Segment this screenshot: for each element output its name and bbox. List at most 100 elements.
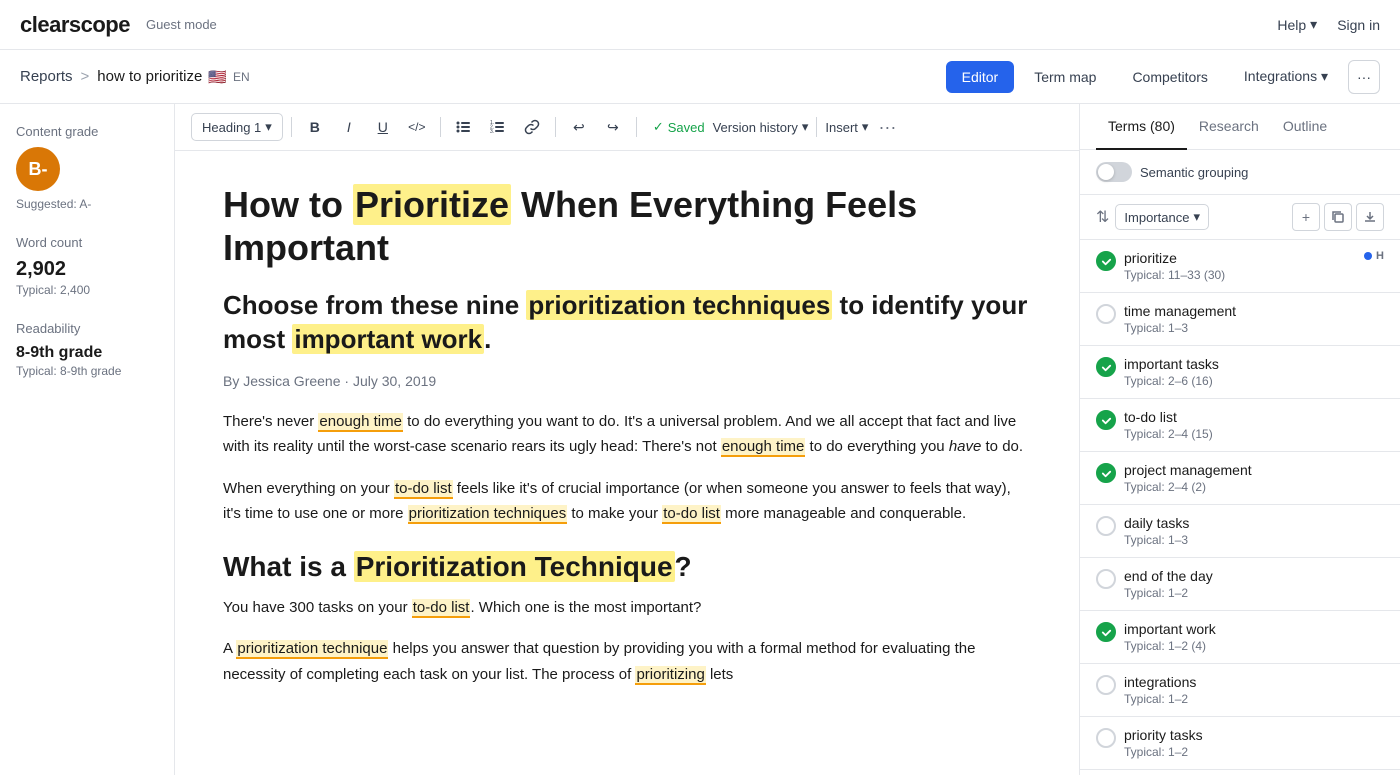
term-checkbox[interactable]	[1096, 516, 1116, 536]
readability-label: Readability	[16, 321, 158, 336]
highlight-prioritization-technique-2: prioritization technique	[236, 640, 388, 659]
term-info: project managementTypical: 2–4 (2)	[1124, 462, 1384, 494]
semantic-grouping-toggle[interactable]	[1096, 162, 1132, 182]
insert-button[interactable]: Insert ▾	[825, 119, 868, 135]
toolbar-more-button[interactable]: ···	[872, 117, 902, 138]
sort-actions: +	[1292, 203, 1384, 231]
term-checkbox[interactable]	[1096, 728, 1116, 748]
version-history-button[interactable]: Version history ▾	[713, 119, 809, 135]
article-para-3: You have 300 tasks on your to-do list. W…	[223, 595, 1031, 621]
readability-typical: Typical: 8-9th grade	[16, 364, 158, 378]
sign-in-button[interactable]: Sign in	[1337, 17, 1380, 33]
terms-list: prioritizeTypical: 11–33 (30)H time manag…	[1080, 240, 1400, 770]
term-name: time management	[1124, 303, 1384, 319]
word-count-value: 2,902	[16, 258, 158, 281]
highlight-prioritizing: prioritizing	[635, 666, 705, 685]
term-info: daily tasksTypical: 1–3	[1124, 515, 1384, 547]
tab-competitors[interactable]: Competitors	[1116, 61, 1223, 93]
term-name: priority tasks	[1124, 727, 1384, 743]
term-checkbox[interactable]	[1096, 410, 1116, 430]
semantic-grouping-label: Semantic grouping	[1140, 165, 1248, 180]
article-para-2: When everything on your to-do list feels…	[223, 476, 1031, 527]
breadcrumb-separator: >	[81, 68, 90, 85]
term-checkbox[interactable]	[1096, 304, 1116, 324]
toolbar-separator-3	[555, 117, 556, 137]
term-name: important work	[1124, 621, 1384, 637]
term-typical: Typical: 1–2	[1124, 692, 1384, 706]
term-checkbox[interactable]	[1096, 463, 1116, 483]
chevron-down-icon: ▾	[802, 119, 809, 135]
breadcrumb-reports[interactable]: Reports	[20, 68, 73, 85]
term-item: end of the day Typical: 1–2	[1080, 558, 1400, 611]
term-info: time management Typical: 1–3	[1124, 303, 1384, 335]
toolbar-separator-4	[636, 117, 637, 137]
term-checkbox[interactable]	[1096, 675, 1116, 695]
underline-button[interactable]: U	[368, 112, 398, 142]
toolbar-separator-5	[816, 117, 817, 137]
term-item: project managementTypical: 2–4 (2)	[1080, 452, 1400, 505]
term-checkbox[interactable]	[1096, 357, 1116, 377]
readability-value: 8-9th grade	[16, 344, 158, 362]
badge-dot	[1364, 252, 1372, 260]
article-para-1: There's never enough time to do everythi…	[223, 409, 1031, 460]
breadcrumb: Reports > how to prioritize 🇺🇸 EN	[20, 68, 250, 86]
add-term-button[interactable]: +	[1292, 203, 1320, 231]
highlight-important-work: important work	[292, 324, 484, 354]
undo-button[interactable]: ↩	[564, 112, 594, 142]
term-checkbox[interactable]	[1096, 622, 1116, 642]
article-h2: What is a Prioritization Technique?	[223, 551, 1031, 583]
logo: clearscope	[20, 12, 130, 38]
editor-content[interactable]: How to Prioritize When Everything Feels …	[175, 151, 1079, 775]
term-name: project management	[1124, 462, 1384, 478]
more-options-button[interactable]: ···	[1348, 60, 1380, 94]
nav-tabs: Editor Term map Competitors Integrations…	[946, 60, 1380, 94]
bullet-list-button[interactable]	[449, 112, 479, 142]
term-typical: Typical: 1–2	[1124, 586, 1384, 600]
redo-button[interactable]: ↪	[598, 112, 628, 142]
guest-mode-label: Guest mode	[146, 17, 217, 32]
tab-outline[interactable]: Outline	[1271, 104, 1339, 150]
breadcrumb-bar: Reports > how to prioritize 🇺🇸 EN Editor…	[0, 50, 1400, 104]
term-checkbox[interactable]	[1096, 569, 1116, 589]
term-info: priority tasksTypical: 1–2	[1124, 727, 1384, 759]
heading-select[interactable]: Heading 1 ▾	[191, 113, 283, 141]
tab-term-map[interactable]: Term map	[1018, 61, 1112, 93]
copy-button[interactable]	[1324, 203, 1352, 231]
term-typical: Typical: 11–33 (30)	[1124, 268, 1356, 282]
numbered-list-button[interactable]: 1.2.3.	[483, 112, 513, 142]
grade-circle: B-	[16, 147, 60, 191]
code-button[interactable]: </>	[402, 112, 432, 142]
tab-editor[interactable]: Editor	[946, 61, 1015, 93]
term-name: integrations	[1124, 674, 1384, 690]
term-info: important tasksTypical: 2–6 (16)	[1124, 356, 1384, 388]
highlight-prioritization-technique: Prioritization Technique	[354, 551, 675, 582]
tab-research[interactable]: Research	[1187, 104, 1271, 150]
top-nav: clearscope Guest mode Help ▾ Sign in	[0, 0, 1400, 50]
bold-button[interactable]: B	[300, 112, 330, 142]
term-item: to-do listTypical: 2–4 (15)	[1080, 399, 1400, 452]
term-name: end of the day	[1124, 568, 1384, 584]
term-item: time management Typical: 1–3	[1080, 293, 1400, 346]
chevron-down-icon: ▾	[1321, 68, 1328, 84]
download-button[interactable]	[1356, 203, 1384, 231]
lang-badge: EN	[233, 70, 250, 84]
link-button[interactable]	[517, 112, 547, 142]
term-item: prioritizeTypical: 11–33 (30)H	[1080, 240, 1400, 293]
term-typical: Typical: 1–3	[1124, 321, 1384, 335]
term-checkbox[interactable]	[1096, 251, 1116, 271]
word-count-section: Word count 2,902 Typical: 2,400	[16, 235, 158, 297]
help-button[interactable]: Help ▾	[1277, 16, 1317, 33]
italic-button[interactable]: I	[334, 112, 364, 142]
term-typical: Typical: 1–2 (4)	[1124, 639, 1384, 653]
content-grade-section: Content grade B- Suggested: A-	[16, 124, 158, 211]
toggle-knob	[1098, 164, 1114, 180]
left-sidebar: Content grade B- Suggested: A- Word coun…	[0, 104, 175, 775]
tab-terms[interactable]: Terms (80)	[1096, 104, 1187, 150]
sort-select[interactable]: Importance ▾	[1115, 204, 1209, 230]
chevron-down-icon: ▾	[265, 119, 272, 135]
highlight-todo-list-2: to-do list	[662, 505, 721, 524]
highlight-todo-list-3: to-do list	[412, 599, 471, 618]
chevron-down-icon: ▾	[1310, 16, 1317, 33]
tab-integrations[interactable]: Integrations ▾	[1228, 60, 1344, 93]
chevron-down-icon: ▾	[862, 119, 869, 135]
